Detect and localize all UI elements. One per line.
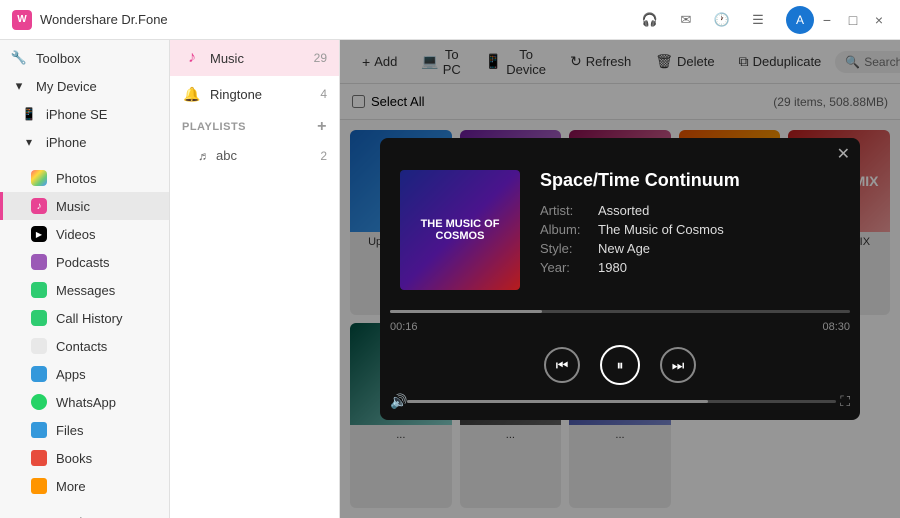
music-modal: ✕ THE MUSIC OF COSMOS Space/Time Continu… [380, 138, 860, 420]
maximize-btn[interactable]: □ [844, 11, 862, 29]
device-icon: ▾ [10, 77, 28, 95]
music-list-icon: ♪ [182, 48, 202, 68]
modal-controls: ⏮ ⏸ ⏭ [380, 341, 860, 389]
messages-icon [30, 281, 48, 299]
middle-panel-music[interactable]: ♪ Music 29 [170, 40, 339, 76]
modal-song-title: Space/Time Continuum [540, 170, 840, 191]
window-controls: − □ × [818, 11, 888, 29]
apps-icon [30, 365, 48, 383]
volume-bar[interactable] [407, 400, 836, 403]
prev-btn[interactable]: ⏮ [544, 347, 580, 383]
iphone-icon: ▾ [20, 133, 38, 151]
music-icon: ♪ [30, 197, 48, 215]
sidebar-item-callhistory[interactable]: Call History [0, 304, 169, 332]
sidebar-backup-section: ▾ My Backup 📱 iPhone 03/15 📱 Noteerror 0… [0, 504, 169, 518]
modal-close-btn[interactable]: ✕ [837, 144, 850, 164]
sidebar-item-apps[interactable]: Apps [0, 360, 169, 388]
more-icon [30, 477, 48, 495]
modal-style-row: Style: New Age [540, 241, 840, 256]
time-total: 08:30 [822, 321, 850, 333]
books-icon [30, 449, 48, 467]
contacts-icon [30, 337, 48, 355]
modal-year-row: Year: 1980 [540, 260, 840, 275]
sidebar-top-section: 🔧 Toolbox ▾ My Device 📱 iPhone SE ▾ iPho… [0, 40, 169, 160]
sidebar-item-music[interactable]: ♪ Music [0, 192, 169, 220]
sidebar-item-iphone[interactable]: ▾ iPhone [0, 128, 169, 156]
email-icon[interactable]: ✉ [674, 8, 698, 32]
playlist-icon: ♬ [198, 149, 210, 163]
modal-meta: Artist: Assorted Album: The Music of Cos… [540, 203, 840, 275]
app-logo: W [12, 10, 32, 30]
podcasts-icon [30, 253, 48, 271]
main-layout: 🔧 Toolbox ▾ My Device 📱 iPhone SE ▾ iPho… [0, 40, 900, 518]
menu-icon[interactable]: ☰ [746, 8, 770, 32]
modal-time: 00:16 08:30 [380, 321, 860, 333]
pause-btn[interactable]: ⏸ [600, 345, 640, 385]
sidebar-item-books[interactable]: Books [0, 444, 169, 472]
modal-artist-row: Artist: Assorted [540, 203, 840, 218]
sidebar-item-whatsapp[interactable]: WhatsApp [0, 388, 169, 416]
app-title: Wondershare Dr.Fone [40, 12, 638, 27]
progress-bar [390, 310, 850, 313]
content-area: + Add 💻 To PC 📱 To Device ↻ Refresh 🗑 De… [340, 40, 900, 518]
time-current: 00:16 [390, 321, 418, 333]
sidebar-item-iphone-se[interactable]: 📱 iPhone SE [0, 100, 169, 128]
avatar[interactable]: A [786, 6, 814, 34]
sidebar: 🔧 Toolbox ▾ My Device 📱 iPhone SE ▾ iPho… [0, 40, 170, 518]
modal-header: ✕ [380, 138, 860, 170]
sidebar-item-videos[interactable]: ▶ Videos [0, 220, 169, 248]
iphone-se-icon: 📱 [20, 105, 38, 123]
modal-album-row: Album: The Music of Cosmos [540, 222, 840, 237]
sidebar-item-more[interactable]: More [0, 472, 169, 500]
next-btn[interactable]: ⏭ [660, 347, 696, 383]
backup-icon: ▾ [10, 513, 28, 518]
sidebar-device-items: Photos ♪ Music ▶ Videos Podcasts Message… [0, 160, 169, 504]
volume-icon: 🔊 [390, 393, 407, 410]
headphones-icon[interactable]: 🎧 [638, 8, 662, 32]
modal-bottom: 🔊 ⛶ [380, 389, 860, 420]
minimize-btn[interactable]: − [818, 11, 836, 29]
fullscreen-btn[interactable]: ⛶ [840, 393, 850, 410]
progress-fill [390, 310, 542, 313]
photos-icon [30, 169, 48, 187]
sidebar-item-toolbox[interactable]: 🔧 Toolbox [0, 44, 169, 72]
sidebar-item-photos[interactable]: Photos [0, 164, 169, 192]
sidebar-item-contacts[interactable]: Contacts [0, 332, 169, 360]
close-btn[interactable]: × [870, 11, 888, 29]
callhistory-icon [30, 309, 48, 327]
modal-content: THE MUSIC OF COSMOS Space/Time Continuum… [380, 170, 860, 310]
album-art: THE MUSIC OF COSMOS [400, 170, 520, 290]
add-playlist-btn[interactable]: + [317, 118, 327, 136]
sidebar-item-my-device[interactable]: ▾ My Device [0, 72, 169, 100]
ringtone-icon: 🔔 [182, 84, 202, 104]
middle-panel: ♪ Music 29 🔔 Ringtone 4 PLAYLISTS + ♬ ab… [170, 40, 340, 518]
playlists-section-title: PLAYLISTS + [170, 112, 339, 142]
volume-fill [407, 400, 707, 403]
sidebar-item-podcasts[interactable]: Podcasts [0, 248, 169, 276]
modal-overlay: ✕ THE MUSIC OF COSMOS Space/Time Continu… [340, 40, 900, 518]
sidebar-item-my-backup[interactable]: ▾ My Backup [0, 508, 169, 518]
modal-progress-bar-container[interactable] [390, 310, 850, 313]
title-bar: W Wondershare Dr.Fone 🎧 ✉ 🕐 ☰ A − □ × [0, 0, 900, 40]
files-icon [30, 421, 48, 439]
middle-panel-ringtone[interactable]: 🔔 Ringtone 4 [170, 76, 339, 112]
sidebar-item-files[interactable]: Files [0, 416, 169, 444]
sidebar-item-messages[interactable]: Messages [0, 276, 169, 304]
toolbox-icon: 🔧 [10, 49, 28, 67]
history-icon[interactable]: 🕐 [710, 8, 734, 32]
modal-info: Space/Time Continuum Artist: Assorted Al… [540, 170, 840, 290]
whatsapp-icon [30, 393, 48, 411]
middle-panel-abc-playlist[interactable]: ♬ abc 2 [170, 142, 339, 169]
title-bar-icons: 🎧 ✉ 🕐 ☰ [638, 8, 770, 32]
videos-icon: ▶ [30, 225, 48, 243]
